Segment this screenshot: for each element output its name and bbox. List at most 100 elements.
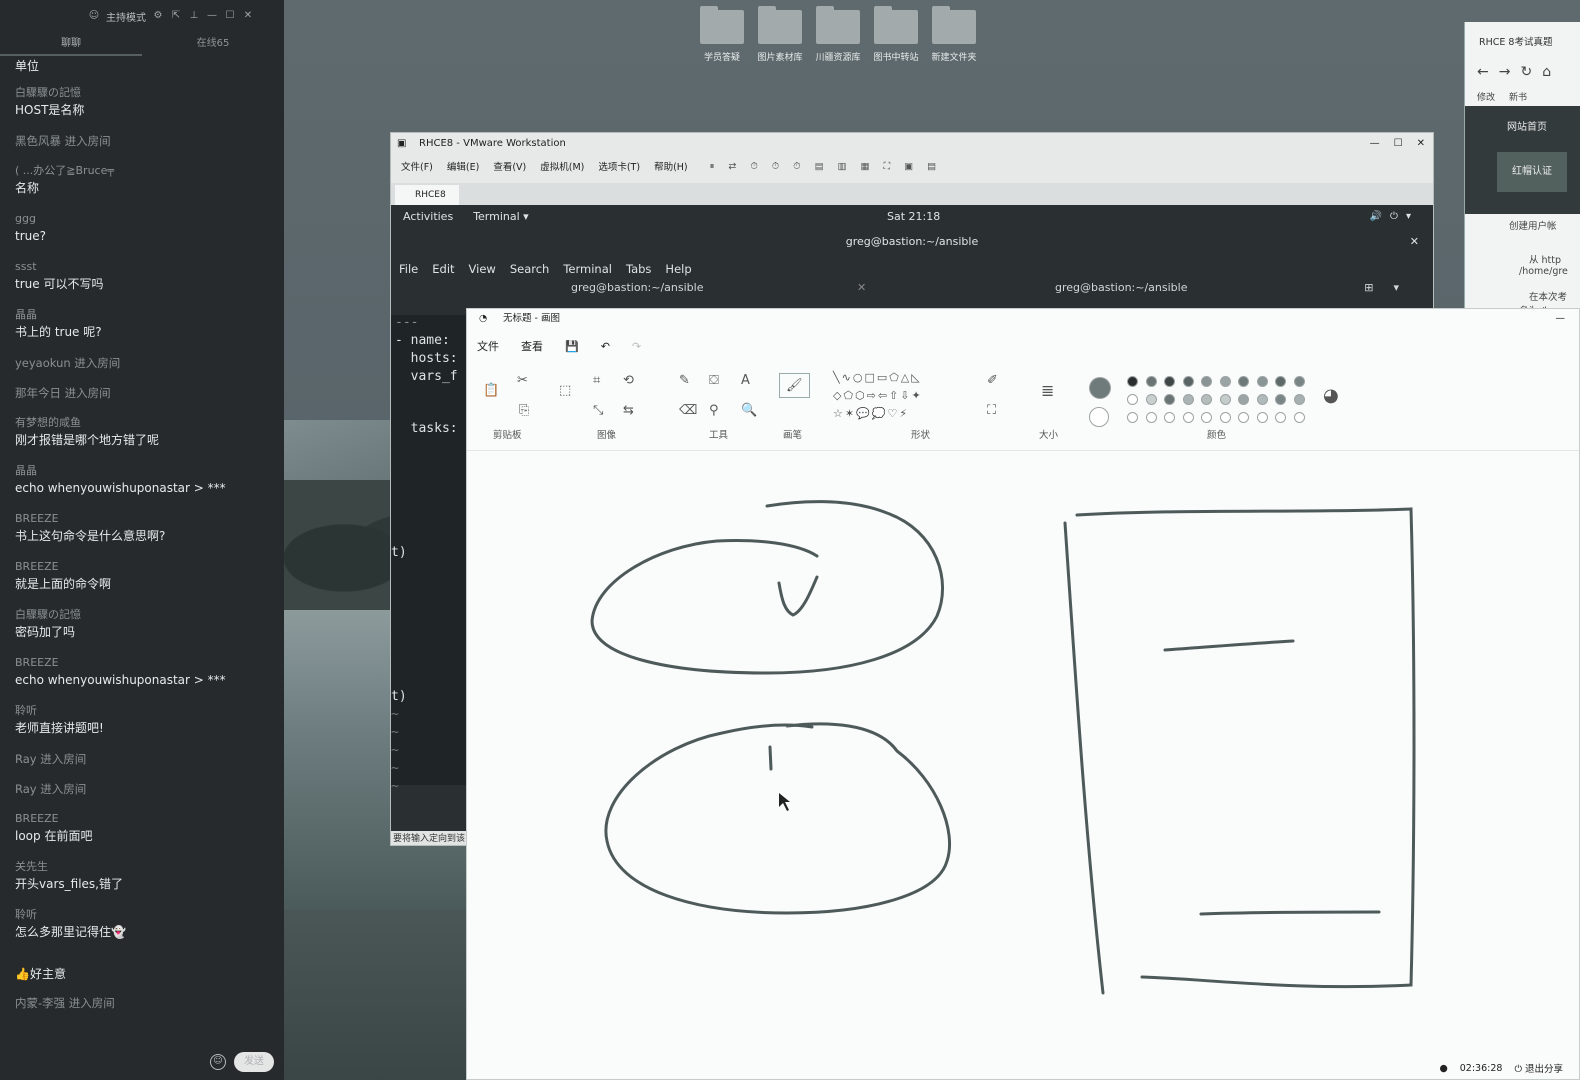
palette-color[interactable] [1256,412,1268,423]
term-menu-tabs[interactable]: Tabs [626,262,651,276]
select-icon[interactable]: ⬚ [559,383,571,398]
shape-fill-icon[interactable]: ⛶ [987,403,996,418]
minimize-icon[interactable]: — [1370,133,1380,155]
palette-color[interactable] [1275,412,1286,423]
sender-name[interactable]: 晶晶 [15,464,275,478]
menu-help[interactable]: 帮助(H) [654,159,688,173]
term-menu-edit[interactable]: Edit [432,262,454,276]
cut-icon[interactable]: ✂ [517,373,528,388]
term-menu-view[interactable]: View [469,262,496,276]
color-picker-icon[interactable]: ⚲ [709,403,719,418]
terminal-content[interactable]: --- - name: hosts: vars_f tasks: t) t) ~… [391,315,471,794]
maximize-icon[interactable]: ☐ [1394,133,1403,155]
sender-name[interactable]: ggg [15,212,275,226]
popout-icon[interactable]: ⇱ [170,10,182,22]
palette-color[interactable] [1127,376,1138,387]
vmware-toolbar-icons[interactable]: ⏸⇄⏱⏱⏱▤▥▦⛶▣▤ [710,161,950,172]
sender-name[interactable]: BREEZE [15,656,275,670]
reload-icon[interactable]: ↻ [1520,64,1532,80]
copy-icon[interactable]: ⎘ [519,403,529,418]
shapes-row-2-icon[interactable]: ◇⬠⬡⇨⇦⇧⇩✦ [833,389,923,402]
term-menu-file[interactable]: File [399,262,418,276]
system-tray-icons[interactable]: 🔊⏻▾ [1370,211,1419,222]
menu-view[interactable]: 查看(V) [493,159,526,173]
palette-color[interactable] [1275,376,1286,387]
settings-icon[interactable]: ⚙ [152,10,164,22]
term-menu-search[interactable]: Search [510,262,550,276]
sender-name[interactable]: BREEZE [15,512,275,526]
activities-button[interactable]: Activities [403,210,453,223]
palette-color[interactable] [1182,394,1194,405]
terminal-tab-2[interactable]: greg@bastion:~/ansible [1055,281,1187,294]
flip-icon[interactable]: ⇆ [623,403,634,418]
tab-chat[interactable]: 聊聊 [0,34,142,56]
menu-edit[interactable]: 编辑(E) [447,159,479,173]
palette-color[interactable] [1182,412,1194,423]
paste-icon[interactable]: 📋 [483,383,499,398]
terminal-tab-1[interactable]: greg@bastion:~/ansible [571,281,703,294]
home-icon[interactable]: ⌂ [1542,64,1551,80]
browser-tab[interactable]: RHCE 8考试真题 [1465,22,1580,58]
sender-name[interactable]: 关先生 [15,860,275,874]
vm-tab[interactable]: RHCE8 ✕ [395,185,459,220]
sender-name[interactable]: ( ...办公了≧Bruce╤ [15,164,275,178]
new-tab-icon[interactable]: ⊞▾ [1364,281,1419,294]
palette-color[interactable] [1145,394,1157,405]
bookmark-1[interactable]: 修改 [1477,90,1495,103]
fill-icon[interactable]: ⛋ [709,373,719,388]
brush-icon[interactable]: 🖌 [779,373,810,398]
sender-name[interactable]: 聆听 [15,704,275,718]
close-icon[interactable]: ✕ [242,10,254,22]
desktop-icon-2[interactable]: 图片素材库 [752,6,808,63]
bookmark-2[interactable]: 新书 [1509,90,1527,103]
sender-name[interactable]: BREEZE [15,812,275,826]
close-icon[interactable]: ✕ [1417,133,1425,155]
save-icon[interactable]: 💾 [565,340,579,353]
send-button[interactable]: 发送 [234,1052,274,1072]
palette-color[interactable] [1238,376,1249,387]
term-menu-help[interactable]: Help [665,262,691,276]
palette-color[interactable] [1219,412,1231,423]
exit-share-button[interactable]: ⏻ 退出分享 [1514,1061,1563,1075]
palette-color[interactable] [1238,412,1249,423]
menu-vm[interactable]: 虚拟机(M) [540,159,584,173]
sender-name[interactable]: ssst [15,260,275,274]
minimize-icon[interactable]: — [1556,309,1566,329]
paint-menu-view[interactable]: 查看 [521,338,543,354]
shapes-row-3-icon[interactable]: ☆✶💬💭♡⚡ [833,407,909,420]
redo-icon[interactable]: ↷ [632,340,641,353]
palette-color[interactable] [1219,376,1231,387]
maximize-icon[interactable]: ☐ [224,10,236,22]
sender-name[interactable]: 白驟驟の記憶 [15,608,275,622]
host-mode-label[interactable]: 主持模式 [106,9,146,24]
palette-color[interactable] [1293,412,1305,423]
emoji-icon[interactable]: ☺ [210,1054,226,1070]
palette-color[interactable] [1256,376,1268,387]
size-icon[interactable]: ≣ [1041,381,1054,400]
palette-color[interactable] [1256,394,1268,405]
sender-name[interactable]: 聆听 [15,908,275,922]
palette-color[interactable] [1238,394,1249,405]
palette-color[interactable] [1164,394,1175,405]
desktop-icon-1[interactable]: 学员答疑 [694,6,750,63]
pencil-icon[interactable]: ✎ [679,373,690,388]
terminal-app-menu[interactable]: Terminal ▾ [473,210,529,223]
rotate-icon[interactable]: ⟲ [623,373,634,388]
eraser-icon[interactable]: ⌫ [679,403,697,418]
close-tab-icon[interactable]: ✕ [857,281,866,294]
shapes-row-1-icon[interactable]: ╲∿○□▭⬠△◺ [833,371,922,384]
back-icon[interactable]: ← [1477,64,1489,80]
nav-home-link[interactable]: 网站首页 [1507,118,1580,133]
palette-color[interactable] [1127,412,1138,423]
sender-name[interactable]: 有梦想的咸鱼 [15,416,275,430]
undo-icon[interactable]: ↶ [601,340,610,353]
tab-online[interactable]: 在线65 [142,34,284,56]
palette-color[interactable] [1182,376,1194,387]
palette-color[interactable] [1201,376,1212,387]
palette-color[interactable] [1293,376,1305,387]
edit-colors-icon[interactable]: ◕ [1323,385,1339,406]
sender-name[interactable]: BREEZE [15,560,275,574]
nav-active-link[interactable]: 红帽认证 [1497,152,1567,192]
palette-color[interactable] [1164,376,1175,387]
clock[interactable]: Sat 21:18 [887,210,940,223]
